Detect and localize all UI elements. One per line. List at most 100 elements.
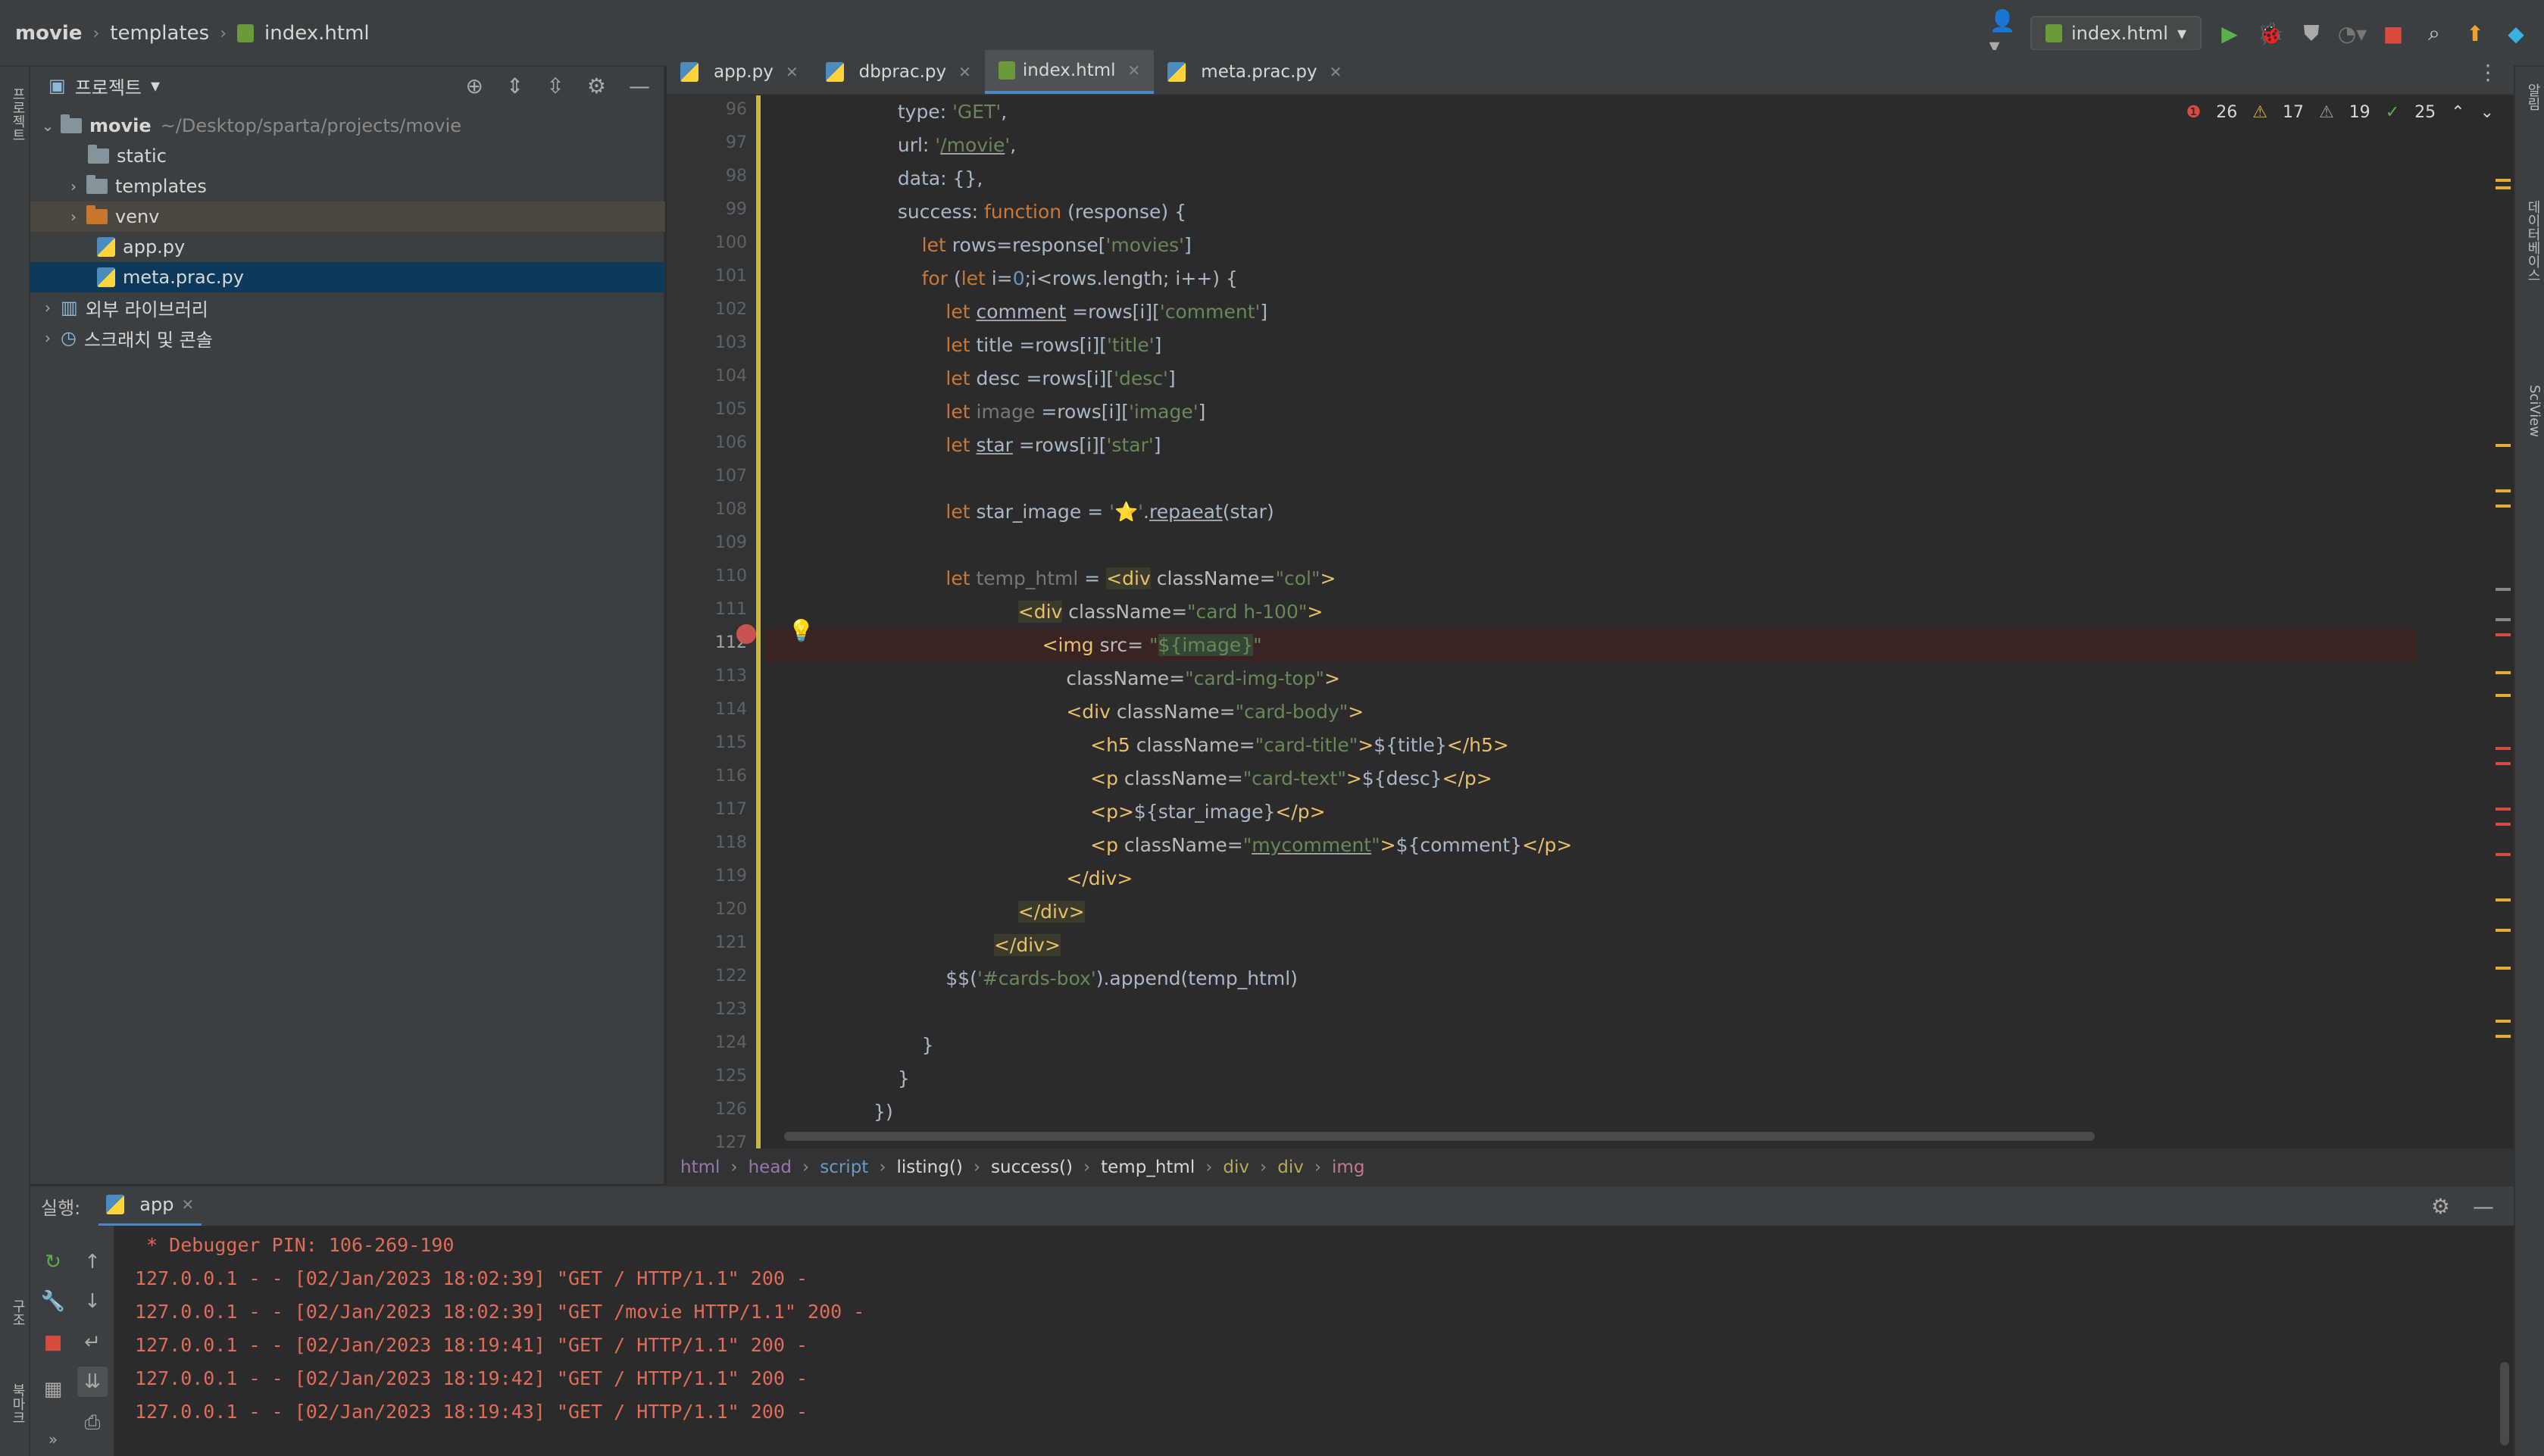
stripe-marker[interactable] — [2496, 694, 2511, 697]
stripe-marker[interactable] — [2496, 633, 2511, 636]
locate-file-icon[interactable]: ⊕ — [465, 73, 483, 98]
wrench-icon[interactable]: 🔧 — [38, 1286, 68, 1317]
soft-wrap-icon[interactable]: ↵ — [77, 1327, 108, 1358]
stripe-marker[interactable] — [2496, 808, 2511, 811]
jetbrains-icon[interactable]: ◆ — [2503, 20, 2529, 46]
tree-item-external-libraries[interactable]: › ▥ 외부 라이브러리 — [30, 292, 665, 323]
stripe-marker[interactable] — [2496, 505, 2511, 508]
vertical-scrollbar[interactable] — [2500, 1362, 2509, 1445]
breadcrumb-item[interactable]: listing() — [897, 1158, 963, 1177]
line-number[interactable]: 108 — [679, 500, 747, 519]
tree-item-templates[interactable]: › templates — [30, 171, 665, 202]
rerun-icon[interactable]: ↻ — [38, 1247, 68, 1277]
debug-icon[interactable]: 🐞 — [2258, 20, 2284, 46]
line-number[interactable]: 120 — [679, 900, 747, 919]
project-tool-tab[interactable]: 프로젝트 — [3, 73, 27, 156]
tree-item-static[interactable]: static — [30, 141, 665, 171]
chevron-right-icon[interactable]: › — [35, 298, 61, 317]
stripe-marker[interactable] — [2496, 618, 2511, 621]
stripe-marker[interactable] — [2496, 898, 2511, 901]
line-number[interactable]: 96 — [679, 100, 747, 119]
gear-icon[interactable]: ⚙ — [587, 73, 606, 98]
tree-item-scratches[interactable]: › ◷ 스크래치 및 콘솔 — [30, 323, 665, 353]
stripe-marker[interactable] — [2496, 1035, 2511, 1038]
inspection-widget[interactable]: ❶ 26 ⚠ 17 ⚠ 19 ✓ 25 ⌃ ⌄ — [2186, 103, 2494, 122]
stripe-marker[interactable] — [2496, 762, 2511, 765]
breadcrumb-item[interactable]: html — [680, 1158, 720, 1177]
line-number[interactable]: 111 — [679, 600, 747, 619]
stripe-marker[interactable] — [2496, 1020, 2511, 1023]
breadcrumb-item[interactable]: head — [749, 1158, 792, 1177]
line-number[interactable]: 98 — [679, 167, 747, 186]
chevron-right-icon[interactable]: › — [61, 177, 86, 195]
breadcrumb-item[interactable]: div — [1277, 1158, 1304, 1177]
tree-item-meta-prac-py[interactable]: meta.prac.py — [30, 262, 665, 292]
stripe-marker[interactable] — [2496, 929, 2511, 932]
line-number[interactable]: 118 — [679, 833, 747, 852]
stripe-marker[interactable] — [2496, 747, 2511, 750]
breadcrumb-item[interactable]: success() — [991, 1158, 1073, 1177]
stripe-marker[interactable] — [2496, 967, 2511, 970]
print-icon[interactable]: ⎙ — [77, 1408, 108, 1438]
tree-item-venv[interactable]: › venv — [30, 202, 665, 232]
chevron-right-icon[interactable]: › — [61, 208, 86, 226]
line-number[interactable]: 125 — [679, 1067, 747, 1086]
line-number[interactable]: 114 — [679, 700, 747, 719]
line-number[interactable]: 124 — [679, 1033, 747, 1052]
project-panel-title[interactable]: 프로젝트 — [75, 73, 142, 99]
line-number[interactable]: 121 — [679, 933, 747, 952]
line-number[interactable]: 107 — [679, 467, 747, 486]
line-number[interactable]: 123 — [679, 1000, 747, 1019]
layout-icon[interactable]: ▦ — [38, 1374, 68, 1404]
error-stripe[interactable] — [2491, 95, 2514, 1148]
chevron-up-icon[interactable]: ⌃ — [2451, 103, 2464, 122]
code-text-area[interactable]: type: 'GET', url: '/movie', data: {}, su… — [765, 95, 2500, 1148]
line-number[interactable]: 102 — [679, 300, 747, 319]
stop-icon[interactable]: ■ — [38, 1327, 68, 1358]
tree-root-movie[interactable]: ⌄ movie ~/Desktop/sparta/projects/movie — [30, 111, 665, 141]
stripe-marker[interactable] — [2496, 588, 2511, 591]
sciview-tool-tab[interactable]: SciView — [2518, 355, 2542, 468]
structure-tool-tab[interactable]: 구조 — [3, 1279, 27, 1347]
breadcrumb-item[interactable]: script — [820, 1158, 868, 1177]
line-number[interactable]: 104 — [679, 367, 747, 386]
horizontal-scrollbar[interactable] — [784, 1132, 2095, 1141]
line-number[interactable]: 119 — [679, 867, 747, 886]
close-icon[interactable]: ✕ — [1330, 63, 1342, 81]
chevron-down-icon[interactable]: ▾ — [151, 75, 160, 96]
breadcrumb-file[interactable]: index.html — [264, 22, 370, 45]
stripe-marker[interactable] — [2496, 444, 2511, 447]
stop-icon[interactable]: ■ — [2380, 20, 2406, 46]
line-number[interactable]: 116 — [679, 767, 747, 786]
expand-all-icon[interactable]: ⇕ — [506, 73, 523, 98]
line-number[interactable]: 110 — [679, 567, 747, 586]
run-console[interactable]: * Debugger PIN: 106-269-190 127.0.0.1 - -… — [114, 1226, 2514, 1456]
collapse-all-icon[interactable]: ⇳ — [546, 73, 564, 98]
breadcrumb-item[interactable]: temp_html — [1101, 1158, 1195, 1177]
line-number[interactable]: 109 — [679, 533, 747, 552]
line-number[interactable]: 127 — [679, 1133, 747, 1148]
close-icon[interactable]: ✕ — [181, 1195, 194, 1214]
line-number[interactable]: 103 — [679, 333, 747, 352]
breakpoint-icon[interactable] — [736, 624, 756, 644]
profile-icon[interactable]: ◔▾ — [2338, 20, 2367, 46]
update-icon[interactable]: ⬆ — [2462, 20, 2488, 46]
stripe-marker[interactable] — [2496, 853, 2511, 856]
code-editor[interactable]: 96 97 98 99 100 101 102 103 104 105 106 107 108 109 11… — [667, 95, 2514, 1148]
run-configuration-selector[interactable]: index.html ▾ — [2030, 16, 2202, 51]
breadcrumb-project[interactable]: movie — [15, 22, 82, 45]
breadcrumb-item[interactable]: div — [1223, 1158, 1249, 1177]
line-number[interactable]: 101 — [679, 267, 747, 286]
line-number[interactable]: 122 — [679, 967, 747, 986]
search-icon[interactable]: ⌕ — [2421, 20, 2447, 46]
line-number-gutter[interactable]: 96 97 98 99 100 101 102 103 104 105 106 107 108 109 11… — [667, 95, 758, 1148]
tab-index-html[interactable]: index.html ✕ — [984, 50, 1155, 94]
tree-item-app-py[interactable]: app.py — [30, 232, 665, 262]
line-number[interactable]: 126 — [679, 1100, 747, 1119]
stripe-marker[interactable] — [2496, 671, 2511, 674]
tab-meta-prac-py[interactable]: meta.prac.py ✕ — [1154, 50, 1355, 94]
stripe-marker[interactable] — [2496, 179, 2511, 182]
stripe-marker[interactable] — [2496, 489, 2511, 492]
line-number[interactable]: 117 — [679, 800, 747, 819]
close-icon[interactable]: ✕ — [786, 63, 799, 81]
